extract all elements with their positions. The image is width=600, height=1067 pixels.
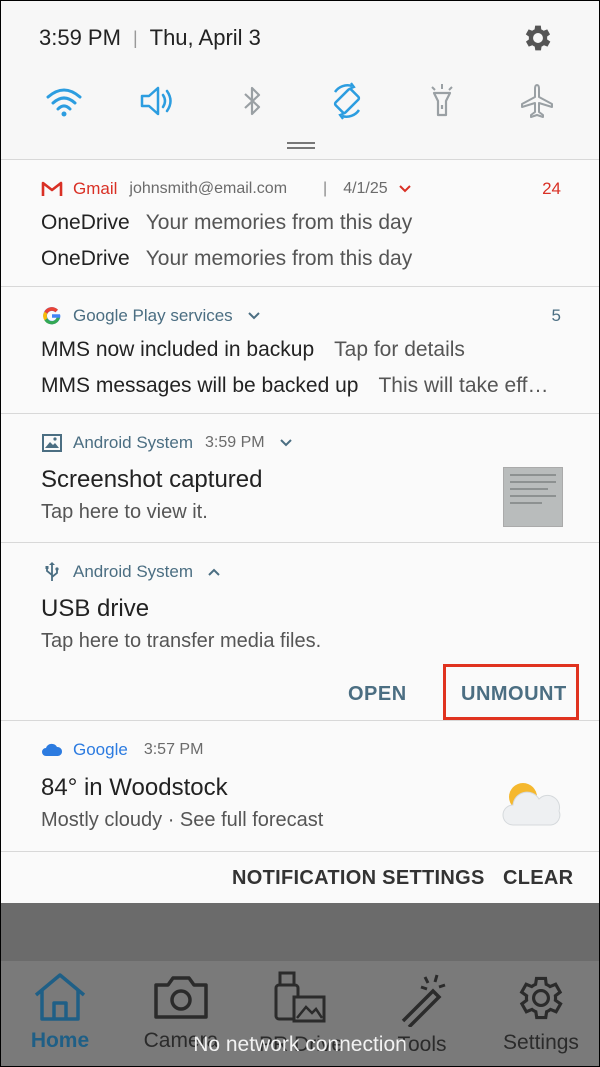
panel-drag-handle[interactable] xyxy=(287,142,315,150)
image-icon xyxy=(41,432,63,454)
gmail-line-2-text: Your memories from this day xyxy=(145,247,413,270)
gmail-app-name: Gmail xyxy=(73,179,118,198)
notification-shade: 3:59 PM | Thu, April 3 Gmail johnsmith@e… xyxy=(0,0,600,1067)
gmail-count: 24 xyxy=(542,179,561,198)
status-separator: | xyxy=(132,27,138,48)
tools-icon xyxy=(401,974,446,1027)
play-services-line-2-title: MMS messages will be backed up xyxy=(41,374,359,397)
screenshot-notification[interactable]: Android System 3:59 PM Screenshot captur… xyxy=(1,413,599,543)
gmail-icon xyxy=(41,178,63,200)
clear-button[interactable]: CLEAR xyxy=(503,867,573,890)
background-content xyxy=(1,903,599,962)
chevron-down-icon[interactable] xyxy=(398,182,412,196)
notification-settings-button[interactable]: NOTIFICATION SETTINGS xyxy=(232,867,485,890)
play-services-app-name: Google Play services xyxy=(73,306,233,325)
weather-body: Mostly cloudy · See full forecast xyxy=(41,809,324,831)
screenshot-app-name: Android System xyxy=(73,433,193,452)
play-services-line-2-text: This will take eff… xyxy=(378,374,549,397)
settings-gear-icon[interactable] xyxy=(521,21,555,55)
screenshot-thumbnail xyxy=(503,467,563,527)
status-time: 3:59 PM xyxy=(39,25,121,50)
quick-panel: 3:59 PM | Thu, April 3 xyxy=(1,1,599,159)
play-services-line-1-text: Tap for details xyxy=(334,338,465,361)
gmail-line-1: OneDrive Your memories from this day xyxy=(41,211,412,235)
weather-notification[interactable]: Google 3:57 PM 84° in Woodstock Mostly c… xyxy=(1,720,599,852)
weather-app-name: Google xyxy=(73,740,128,759)
gmail-date: 4/1/25 xyxy=(343,180,388,197)
notification-footer: NOTIFICATION SETTINGS CLEAR xyxy=(1,851,599,904)
chevron-up-icon[interactable] xyxy=(207,565,221,579)
chevron-down-icon[interactable] xyxy=(247,309,261,323)
auto-rotate-icon[interactable] xyxy=(327,81,367,121)
screenshot-title: Screenshot captured xyxy=(41,466,263,493)
network-toast: No network connection xyxy=(193,1033,407,1056)
screenshot-time: 3:59 PM xyxy=(205,434,265,451)
flashlight-icon[interactable] xyxy=(422,81,462,121)
camera-icon xyxy=(154,976,208,1019)
google-g-icon xyxy=(41,305,63,327)
gmail-header: Gmail johnsmith@email.com | 4/1/25 xyxy=(41,178,412,200)
weather-time: 3:57 PM xyxy=(143,741,204,758)
open-button[interactable]: OPEN xyxy=(348,683,407,706)
cloud-icon xyxy=(41,739,63,761)
usb-body: Tap here to transfer media files. xyxy=(41,630,322,652)
partly-cloudy-icon xyxy=(502,783,561,826)
status-datetime: 3:59 PM | Thu, April 3 xyxy=(39,25,261,51)
gmail-line-1-sender: OneDrive xyxy=(41,211,130,234)
background-app: Home Camera PR Drive Tools Settings No n… xyxy=(1,903,599,1066)
bluetooth-icon[interactable] xyxy=(232,81,272,121)
usb-icon xyxy=(41,561,63,583)
gmail-line-2-sender: OneDrive xyxy=(41,247,130,270)
wifi-icon[interactable] xyxy=(44,81,84,121)
play-services-count: 5 xyxy=(551,306,561,325)
usb-title: USB drive xyxy=(41,595,150,622)
gmail-account: johnsmith@email.com xyxy=(129,180,288,197)
drive-icon xyxy=(274,971,326,1023)
play-services-line-2: MMS messages will be backed up This will … xyxy=(41,374,548,398)
gmail-line-2: OneDrive Your memories from this day xyxy=(41,247,412,271)
gmail-divider: | xyxy=(323,180,328,197)
airplane-mode-icon[interactable] xyxy=(517,81,557,121)
play-services-line-1-title: MMS now included in backup xyxy=(41,338,315,361)
play-services-header: Google Play services xyxy=(41,305,261,327)
home-icon xyxy=(34,973,86,1021)
usb-header: Android System xyxy=(41,561,221,583)
gmail-notification[interactable]: Gmail johnsmith@email.com | 4/1/25 24 On… xyxy=(1,159,599,287)
gmail-line-1-text: Your memories from this day xyxy=(145,211,413,234)
weather-title: 84° in Woodstock xyxy=(41,774,228,801)
volume-icon[interactable] xyxy=(138,81,178,121)
chevron-down-icon[interactable] xyxy=(279,436,293,450)
play-services-notification[interactable]: Google Play services 5 MMS now included … xyxy=(1,286,599,414)
settings-icon xyxy=(519,976,563,1020)
weather-header: Google 3:57 PM xyxy=(41,739,203,761)
play-services-line-1: MMS now included in backup Tap for detail… xyxy=(41,338,465,362)
status-date: Thu, April 3 xyxy=(149,25,261,50)
screenshot-header: Android System 3:59 PM xyxy=(41,432,293,454)
screenshot-body: Tap here to view it. xyxy=(41,501,208,523)
usb-app-name: Android System xyxy=(73,562,193,581)
highlight-box xyxy=(443,664,579,720)
